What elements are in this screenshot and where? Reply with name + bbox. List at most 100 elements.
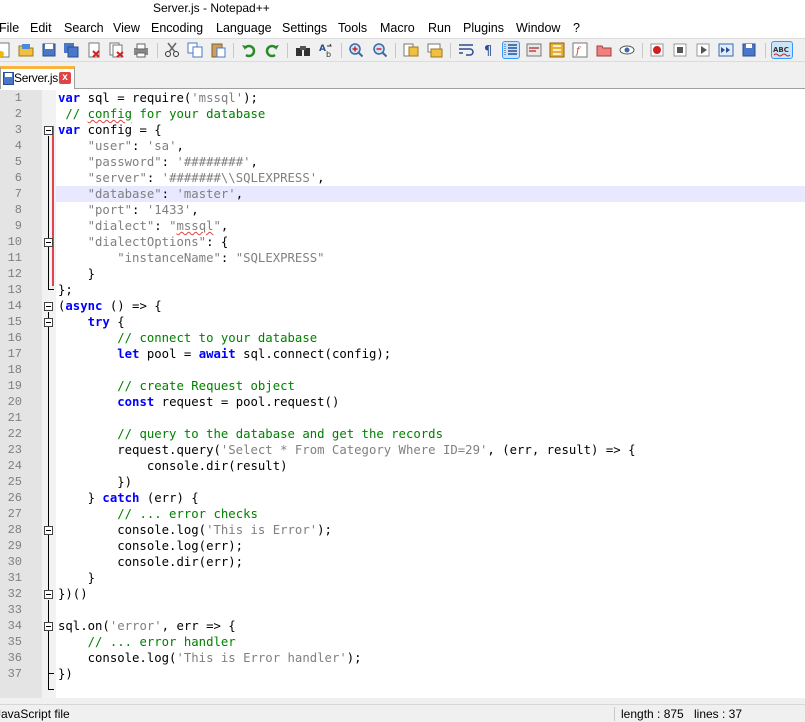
code-line[interactable]: 4 "user": 'sa', — [0, 138, 805, 154]
menu-macro[interactable]: Macro — [380, 20, 415, 36]
code-line[interactable]: 18 — [0, 362, 805, 378]
menu-tools[interactable]: Tools — [338, 20, 367, 36]
code-line[interactable]: 37}) — [0, 666, 805, 682]
code-token: console.dir(result) — [58, 459, 288, 473]
menu-help[interactable]: ? — [573, 20, 580, 36]
line-number: 20 — [7, 395, 22, 409]
undo-icon[interactable] — [241, 42, 257, 58]
code-line[interactable]: 2 // config for your database — [0, 106, 805, 122]
code-token: }) — [58, 667, 73, 681]
paste-icon[interactable] — [210, 42, 226, 58]
save-macro-icon[interactable] — [741, 42, 757, 58]
doc-map-icon[interactable] — [549, 42, 565, 58]
menu-encoding[interactable]: Encoding — [151, 20, 203, 36]
code-line[interactable]: 25 }) — [0, 474, 805, 490]
code-line[interactable]: 22 // query to the database and get the … — [0, 426, 805, 442]
code-line[interactable]: 32})() — [0, 586, 805, 602]
close-icon[interactable] — [86, 42, 102, 58]
code-line[interactable]: 10 "dialectOptions": { — [0, 234, 805, 250]
code-line[interactable]: 36 console.log('This is Error handler'); — [0, 650, 805, 666]
find-icon[interactable] — [295, 42, 311, 58]
cut-icon[interactable] — [164, 42, 180, 58]
code-line[interactable]: 27 // ... error checks — [0, 506, 805, 522]
code-line[interactable]: 6 "server": '#######\\SQLEXPRESS', — [0, 170, 805, 186]
code-token: "dialect" — [87, 219, 155, 233]
play-macro-icon[interactable] — [695, 42, 711, 58]
code-line[interactable]: 19 // create Request object — [0, 378, 805, 394]
indent-guide-icon[interactable] — [502, 41, 520, 59]
print-icon[interactable] — [133, 42, 149, 58]
code-line[interactable]: 16 // connect to your database — [0, 330, 805, 346]
copy-icon[interactable] — [187, 42, 203, 58]
show-all-chars-icon[interactable]: ¶ — [481, 42, 497, 58]
code-text: } — [58, 570, 95, 586]
code-line[interactable]: 9 "dialect": "mssql", — [0, 218, 805, 234]
window-title: Server.js - Notepad++ — [153, 1, 270, 15]
menu-edit[interactable]: Edit — [30, 20, 52, 36]
open-icon[interactable] — [18, 42, 34, 58]
code-token: 'This is Error handler' — [176, 651, 347, 665]
code-line[interactable]: 20 const request = pool.request() — [0, 394, 805, 410]
record-macro-icon[interactable] — [649, 42, 665, 58]
code-token: "port" — [87, 203, 133, 217]
code-line[interactable]: 17 let pool = await sql.connect(config); — [0, 346, 805, 362]
code-line[interactable]: 31 } — [0, 570, 805, 586]
close-all-icon[interactable] — [109, 42, 125, 58]
function-list-icon[interactable]: f — [572, 42, 588, 58]
code-line[interactable]: 28 console.log('This is Error'); — [0, 522, 805, 538]
code-line[interactable]: 30 console.dir(err); — [0, 554, 805, 570]
menu-settings[interactable]: Settings — [282, 20, 327, 36]
code-line[interactable]: 26 } catch (err) { — [0, 490, 805, 506]
code-line[interactable]: 21 — [0, 410, 805, 426]
menu-window[interactable]: Window — [516, 20, 560, 36]
code-line[interactable]: 35 // ... error handler — [0, 634, 805, 650]
tab-server-js[interactable]: Server.js x — [0, 66, 75, 89]
sync-horizontal-icon[interactable] — [427, 42, 443, 58]
monitoring-icon[interactable] — [619, 42, 635, 58]
code-line[interactable]: 23 request.query('Select * From Category… — [0, 442, 805, 458]
code-line[interactable]: 1 var sql = require('mssql'); — [0, 90, 805, 106]
replace-icon[interactable]: Ab — [318, 42, 334, 58]
code-text: "port": '1433', — [58, 202, 199, 218]
spell-check-icon[interactable]: ABC — [771, 41, 793, 59]
code-line[interactable]: 12 } — [0, 266, 805, 282]
menu-language[interactable]: Language — [216, 20, 272, 36]
new-icon[interactable] — [0, 42, 12, 58]
save-all-icon[interactable] — [63, 42, 79, 58]
zoom-out-icon[interactable] — [372, 42, 388, 58]
menu-run[interactable]: Run — [428, 20, 451, 36]
run-macro-multiple-icon[interactable] — [718, 42, 734, 58]
menu-search[interactable]: Search — [64, 20, 104, 36]
word-wrap-icon[interactable] — [458, 42, 474, 58]
code-token: // connect to your database — [117, 331, 318, 345]
editor[interactable]: 1 var sql = require('mssql'); 2 // config … — [0, 90, 805, 698]
sync-vertical-icon[interactable] — [403, 42, 419, 58]
code-line[interactable]: 11 "instanceName": "SQLEXPRESS" — [0, 250, 805, 266]
code-line[interactable]: 34 sql.on('error', err => { — [0, 618, 805, 634]
code-token: // — [58, 107, 88, 121]
save-icon[interactable] — [41, 42, 57, 58]
line-number: 26 — [7, 491, 22, 505]
code-token: , — [191, 203, 199, 217]
code-line[interactable]: 5 "password": '########', — [0, 154, 805, 170]
code-line[interactable]: 8 "port": '1433', — [0, 202, 805, 218]
redo-icon[interactable] — [264, 42, 280, 58]
folder-workspace-icon[interactable] — [596, 42, 612, 58]
code-line[interactable]: 13}; — [0, 282, 805, 298]
tab-close-button[interactable]: x — [59, 72, 71, 84]
line-number: 35 — [7, 635, 22, 649]
code-line[interactable]: 29 console.log(err); — [0, 538, 805, 554]
menu-view[interactable]: View — [113, 20, 140, 36]
udl-icon[interactable] — [526, 42, 542, 58]
code-line[interactable]: 14 (async () => { — [0, 298, 805, 314]
menu-plugins[interactable]: Plugins — [463, 20, 504, 36]
zoom-in-icon[interactable] — [348, 42, 364, 58]
menu-file[interactable]: File — [0, 20, 19, 36]
code-line[interactable]: 24 console.dir(result) — [0, 458, 805, 474]
code-line[interactable]: 3 var config = { — [0, 122, 805, 138]
code-line[interactable]: 15 try { — [0, 314, 805, 330]
code-line[interactable]: 33 — [0, 602, 805, 618]
stop-record-icon[interactable] — [672, 42, 688, 58]
code-line[interactable]: 7 "database": 'master', — [0, 186, 805, 202]
